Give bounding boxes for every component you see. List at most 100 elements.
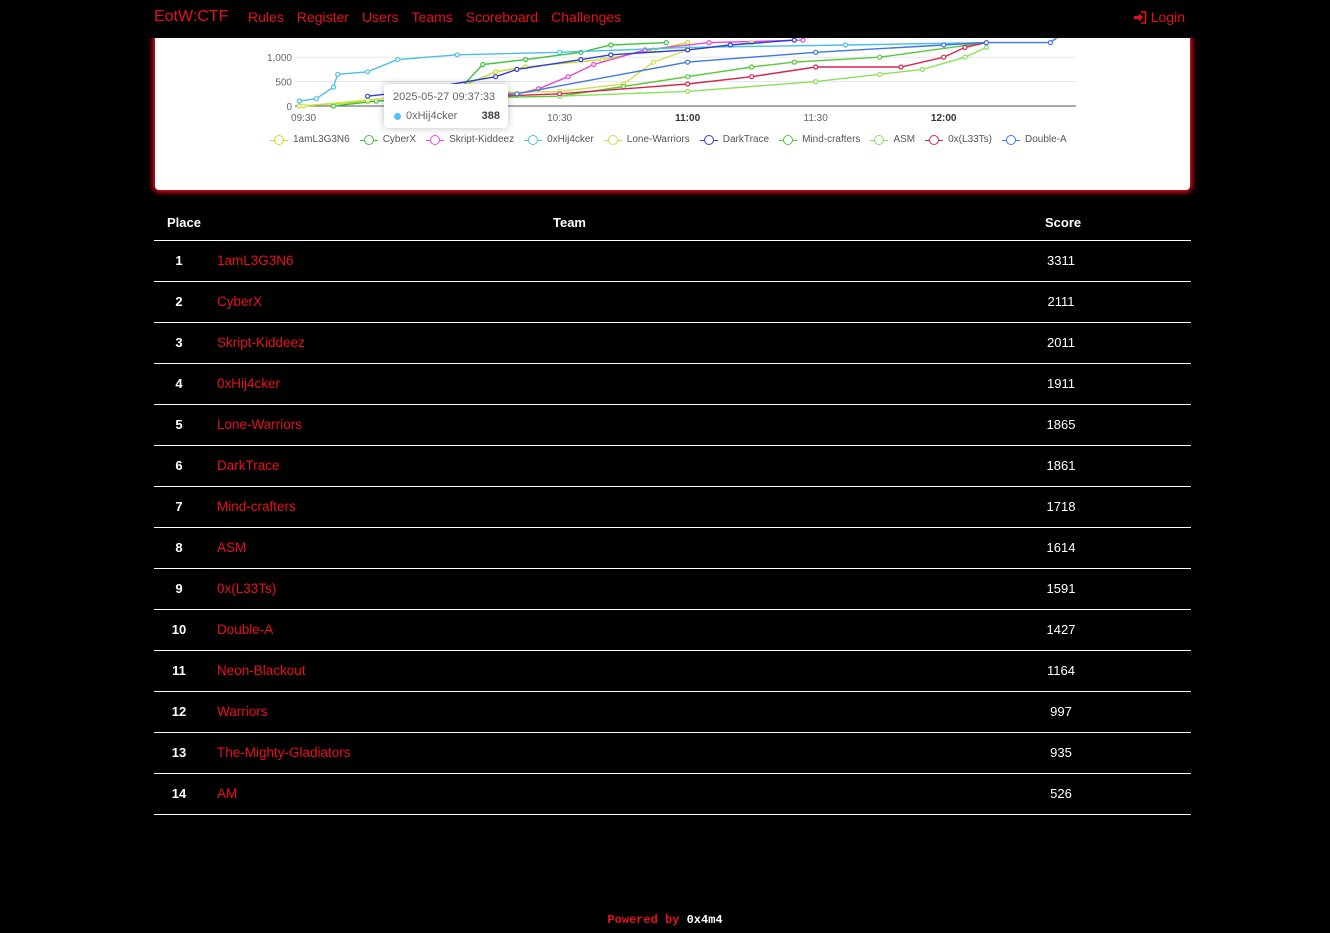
row-team-link[interactable]: 0xHij4cker <box>217 376 280 391</box>
table-row: 6 DarkTrace 1861 <box>154 446 1191 487</box>
data-point <box>962 44 968 50</box>
x-tick-label: 10:30 <box>547 113 572 124</box>
data-point <box>800 37 806 43</box>
legend-item[interactable]: Mind-crafters <box>779 134 860 145</box>
legend-marker-icon <box>699 134 718 145</box>
data-point <box>749 74 755 80</box>
row-score: 3311 <box>1047 253 1075 268</box>
row-team-link[interactable]: The-Mighty-Gladiators <box>217 745 351 760</box>
row-team-link[interactable]: CyberX <box>217 294 262 309</box>
legend-marker-icon <box>270 134 288 145</box>
nav-links: Rules Register Users Teams Scoreboard Ch… <box>248 9 621 25</box>
data-point <box>813 78 819 85</box>
legend-item[interactable]: Double-A <box>1002 134 1067 145</box>
row-team-link[interactable]: Skript-Kiddeez <box>217 335 305 350</box>
data-point <box>706 40 712 46</box>
data-point <box>684 81 691 87</box>
row-team-link[interactable]: Neon-Blackout <box>217 663 306 678</box>
legend-item[interactable]: Skript-Kiddeez <box>426 134 514 145</box>
row-place: 12 <box>171 704 187 719</box>
row-team-link[interactable]: ASM <box>217 540 246 555</box>
nav-link-register[interactable]: Register <box>297 9 349 25</box>
data-point <box>330 103 336 109</box>
data-point <box>296 98 302 104</box>
data-point <box>335 71 341 77</box>
legend-item[interactable]: 1amL3G3N6 <box>270 134 350 145</box>
legend-marker-icon <box>870 134 889 145</box>
legend-label: Skript-Kiddeez <box>449 134 515 145</box>
sign-in-icon <box>1133 10 1147 24</box>
legend-marker-icon <box>1002 134 1021 145</box>
row-team-link[interactable]: 0x(L33Ts) <box>217 581 276 596</box>
legend-label: 1amL3G3N6 <box>293 134 350 145</box>
nav-link-rules[interactable]: Rules <box>248 9 284 25</box>
footer: Powered by 0x4m4 <box>0 913 1330 927</box>
data-point <box>608 42 614 48</box>
nav-link-challenges[interactable]: Challenges <box>551 9 621 25</box>
data-point <box>684 40 691 46</box>
brand-link[interactable]: EotW:CTF <box>154 8 228 26</box>
row-score: 1911 <box>1047 376 1075 391</box>
data-point <box>493 74 499 80</box>
row-score: 1865 <box>1046 417 1076 432</box>
table-row: 8 ASM 1614 <box>154 528 1191 569</box>
table-row: 2 CyberX 2111 <box>154 282 1191 323</box>
row-place: 3 <box>175 335 183 350</box>
nav-link-scoreboard[interactable]: Scoreboard <box>466 9 538 25</box>
row-team-link[interactable]: DarkTrace <box>217 458 280 473</box>
row-place: 13 <box>171 745 187 760</box>
data-point <box>578 57 584 63</box>
row-team-link[interactable]: AM <box>217 786 237 801</box>
data-point <box>877 54 883 60</box>
header-team: Team <box>553 215 586 230</box>
row-score: 2111 <box>1047 294 1075 309</box>
table-row: 10 Double-A 1427 <box>154 610 1191 651</box>
data-point <box>663 40 669 46</box>
footer-author[interactable]: 0x4m4 <box>687 913 723 927</box>
chart-tooltip: 2025-05-27 09:37:33 0xHij4cker 388 <box>384 84 508 128</box>
table-row: 1 1amL3G3N6 3311 <box>154 241 1191 282</box>
row-place: 8 <box>175 540 183 555</box>
legend-item[interactable]: 0xHij4cker <box>524 134 594 145</box>
data-point <box>941 42 947 48</box>
row-team-link[interactable]: Double-A <box>217 622 273 637</box>
data-point <box>684 88 691 95</box>
legend-marker-icon <box>426 134 445 145</box>
row-team-link[interactable]: Mind-crafters <box>217 499 296 514</box>
row-score: 2011 <box>1047 335 1075 350</box>
legend-item[interactable]: ASM <box>870 134 915 145</box>
data-point <box>842 42 849 48</box>
legend-marker-icon <box>603 134 622 145</box>
data-point <box>877 71 883 77</box>
row-place: 6 <box>175 458 183 473</box>
table-row: 13 The-Mighty-Gladiators 935 <box>154 733 1191 774</box>
row-team-link[interactable]: 1amL3G3N6 <box>217 253 294 268</box>
data-point <box>791 59 797 65</box>
table-row: 5 Lone-Warriors 1865 <box>154 405 1191 446</box>
nav-link-teams[interactable]: Teams <box>412 9 453 25</box>
x-tick-label: 12:00 <box>931 113 957 124</box>
data-point <box>621 83 627 90</box>
row-team-link[interactable]: Lone-Warriors <box>217 417 302 432</box>
tooltip-time: 2025-05-27 09:37:33 <box>393 91 496 103</box>
row-score: 1591 <box>1046 581 1076 596</box>
legend-item[interactable]: Lone-Warriors <box>603 134 690 145</box>
data-point <box>919 66 926 73</box>
legend-label: Lone-Warriors <box>626 134 690 145</box>
table-row: 9 0x(L33Ts) 1591 <box>154 569 1191 610</box>
data-point <box>591 61 597 68</box>
legend-item[interactable]: DarkTrace <box>699 134 769 145</box>
nav-link-users[interactable]: Users <box>362 9 399 25</box>
row-place: 14 <box>171 786 187 801</box>
score-chart-svg: 05001,00009:3010:0010:3011:0011:3012:00 <box>267 30 1076 124</box>
data-point <box>684 74 691 80</box>
legend-item[interactable]: CyberX <box>359 134 416 145</box>
data-point <box>749 64 755 70</box>
row-score: 997 <box>1050 704 1072 719</box>
legend-marker-icon <box>359 134 378 145</box>
data-point <box>727 42 733 48</box>
row-team-link[interactable]: Warriors <box>217 704 268 719</box>
row-place: 11 <box>172 663 186 678</box>
legend-item[interactable]: 0x(L33Ts) <box>925 134 992 145</box>
login-link[interactable]: Login <box>1133 9 1185 25</box>
